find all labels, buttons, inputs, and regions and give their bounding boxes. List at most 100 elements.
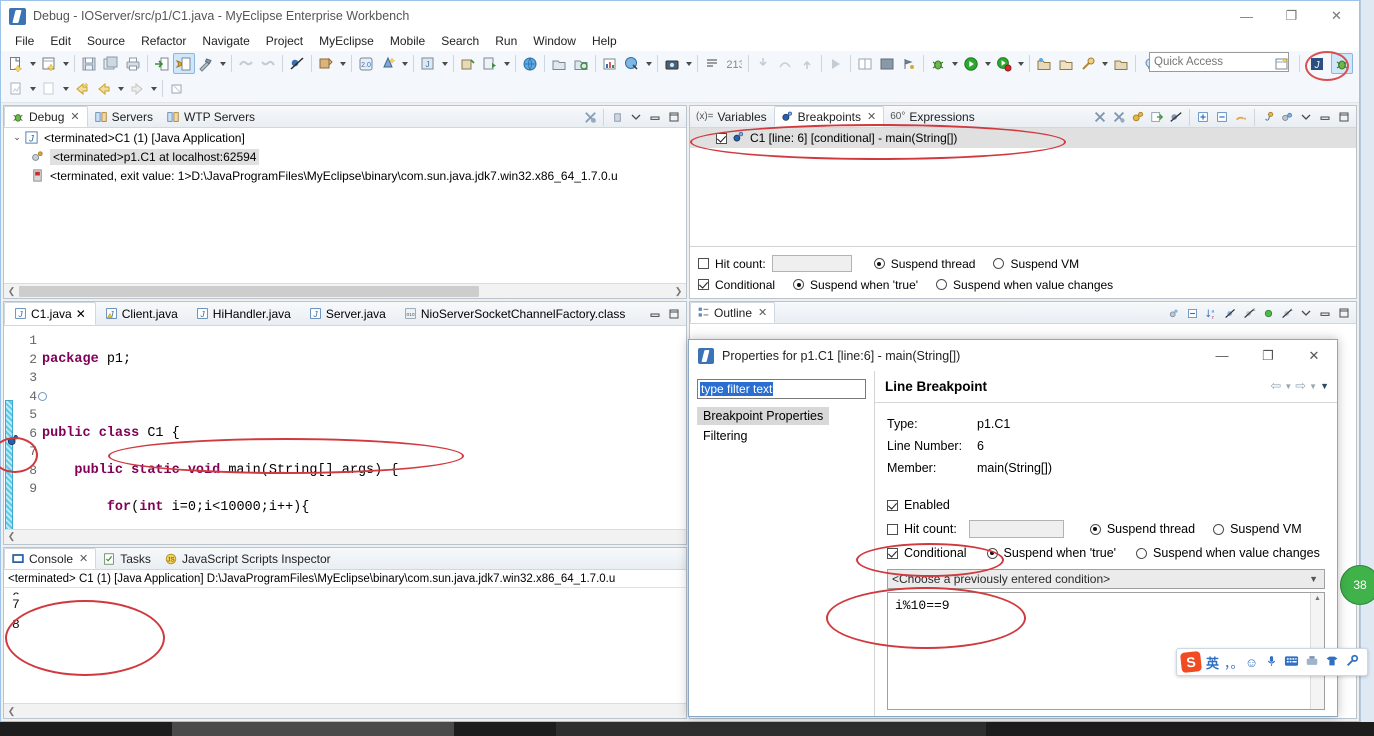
tab-console[interactable]: Console ✕ — [4, 548, 97, 569]
new-annotation-dropdown-icon[interactable] — [27, 78, 38, 99]
taskbar-item[interactable] — [556, 722, 986, 736]
breakpoint-list-item[interactable]: C1 [line: 6] [conditional] - main(String… — [690, 128, 1356, 148]
open-folder-icon[interactable] — [548, 53, 570, 74]
menu-mobile[interactable]: Mobile — [382, 33, 433, 49]
web-browser-view-icon[interactable] — [621, 53, 643, 74]
pin-editor-icon[interactable] — [898, 53, 920, 74]
sort-alphabetically-icon[interactable]: az — [1202, 304, 1220, 322]
tab-outline-close-icon[interactable]: ✕ — [758, 306, 767, 319]
menu-source[interactable]: Source — [79, 33, 133, 49]
console-output[interactable]: 6 7 8 — [4, 588, 686, 635]
hit-count-input[interactable] — [771, 255, 852, 272]
search-wrench-icon[interactable] — [1077, 53, 1099, 74]
ime-skin-icon[interactable] — [1324, 654, 1339, 671]
remove-breakpoint-icon[interactable] — [1091, 108, 1109, 126]
menu-refactor[interactable]: Refactor — [133, 33, 194, 49]
hscroll-thumb[interactable] — [19, 285, 479, 297]
save-all-icon[interactable] — [100, 53, 122, 74]
notification-count-badge[interactable]: 38 — [1340, 565, 1374, 605]
show-public-members-icon[interactable] — [1259, 304, 1277, 322]
maximize-button[interactable]: ❐ — [1269, 1, 1314, 31]
open-perspective-icon[interactable] — [1271, 53, 1293, 74]
forward-dropdown-icon[interactable] — [148, 78, 159, 99]
view-menu-chevron-icon[interactable] — [627, 108, 645, 126]
build-dropdown-icon[interactable] — [217, 53, 228, 74]
editor-hscrollbar[interactable]: ❮ — [4, 529, 686, 544]
toggle-comment-icon[interactable] — [701, 53, 723, 74]
condition-history-combo[interactable]: <Choose a previously entered condition> … — [887, 569, 1325, 589]
quick-access-input[interactable] — [1149, 52, 1289, 72]
show-breakpoints-supported-icon[interactable] — [1129, 108, 1147, 126]
back-arrow-icon[interactable]: ⇦ — [1270, 378, 1281, 394]
scroll-left-icon[interactable]: ❮ — [4, 286, 19, 297]
debug-tree-hscrollbar[interactable]: ❮ ❯ — [4, 283, 686, 298]
editor-tab-close-icon[interactable]: ✕ — [76, 307, 86, 321]
skip-breakpoints-icon[interactable] — [286, 53, 308, 74]
remove-all-terminated-icon[interactable] — [581, 108, 599, 126]
skip-all-breakpoints-icon[interactable] — [1167, 108, 1185, 126]
suspend-thread-radio[interactable] — [873, 258, 885, 269]
breakpoints-working-sets-icon[interactable] — [1278, 108, 1296, 126]
build-hammer-icon[interactable] — [195, 53, 217, 74]
ime-settings-icon[interactable] — [1344, 654, 1359, 671]
new-wizard-icon[interactable] — [5, 53, 27, 74]
minimize-view-icon[interactable] — [1316, 304, 1334, 322]
taskbar-item[interactable] — [172, 722, 454, 736]
maximize-view-icon[interactable] — [1335, 108, 1353, 126]
remove-all-breakpoints-icon[interactable] — [1110, 108, 1128, 126]
editor-minimize-icon[interactable] — [646, 305, 664, 323]
tab-breakpoints[interactable]: Breakpoints ✕ — [773, 106, 885, 127]
search-dropdown-icon[interactable] — [1099, 53, 1110, 74]
suspend-vm-radio[interactable] — [993, 258, 1005, 269]
minimize-button[interactable]: — — [1224, 1, 1269, 31]
breakpoint-marker-icon[interactable] — [6, 434, 19, 451]
back-dropdown-icon[interactable]: ▼ — [1284, 382, 1292, 391]
conditional-checkbox[interactable] — [698, 279, 709, 290]
outline-view-menu-icon[interactable] — [1297, 304, 1315, 322]
suspend-value-changes-radio[interactable] — [1136, 547, 1148, 559]
minimize-view-icon[interactable] — [646, 108, 664, 126]
hit-count-checkbox[interactable] — [698, 258, 709, 269]
conditional-checkbox[interactable] — [887, 547, 898, 559]
nav-item-breakpoint-properties[interactable]: Breakpoint Properties — [697, 407, 830, 425]
suspend-value-changes-radio[interactable] — [936, 279, 948, 290]
forward-arrow-icon[interactable] — [126, 78, 148, 99]
step-over-icon[interactable] — [774, 53, 796, 74]
expand-all-icon[interactable] — [1194, 108, 1212, 126]
scroll-left-icon[interactable]: ❮ — [4, 532, 19, 542]
debug-tree[interactable]: ⌄ J <terminated>C1 (1) [Java Application… — [4, 128, 686, 298]
new-snippet-dropdown-icon[interactable] — [60, 53, 71, 74]
debug-bug-icon[interactable] — [927, 53, 949, 74]
refresh-folder-icon[interactable] — [570, 53, 592, 74]
tab-tasks[interactable]: Tasks — [96, 548, 158, 569]
ime-mode-icon[interactable]: 英 — [1206, 653, 1219, 672]
wizard-dropdown-icon[interactable] — [399, 53, 410, 74]
menu-edit[interactable]: Edit — [42, 33, 79, 49]
new-package-icon[interactable] — [457, 53, 479, 74]
resume-disabled-icon[interactable] — [825, 53, 847, 74]
editor-tab-c1java[interactable]: J C1.java ✕ — [4, 302, 96, 325]
new-interface-icon[interactable] — [38, 78, 60, 99]
debug-dropdown-icon[interactable] — [949, 53, 960, 74]
dialog-minimize-button[interactable]: — — [1199, 340, 1245, 371]
enabled-checkbox[interactable] — [887, 499, 898, 511]
tab-servers[interactable]: Servers — [88, 106, 160, 127]
save-icon[interactable] — [78, 53, 100, 74]
web-browser-dropdown-icon[interactable] — [643, 53, 654, 74]
go-to-file-icon[interactable] — [1148, 108, 1166, 126]
tab-wtp-servers[interactable]: WTP Servers — [160, 106, 262, 127]
tab-js-scripts-inspector[interactable]: JS JavaScript Scripts Inspector — [158, 548, 338, 569]
console-hscrollbar[interactable]: ❮ — [4, 703, 686, 718]
ime-punctuation-icon[interactable]: ，。 — [1224, 653, 1244, 672]
run-server-icon[interactable] — [479, 53, 501, 74]
tab-debug[interactable]: Debug ✕ — [4, 106, 88, 127]
hide-fields-icon[interactable]: S — [1240, 304, 1258, 322]
debug-tree-row-launch[interactable]: ⌄ J <terminated>C1 (1) [Java Application… — [4, 128, 686, 147]
database-explorer-icon[interactable]: 2.0 — [355, 53, 377, 74]
new-interface-dropdown-icon[interactable] — [60, 78, 71, 99]
run-icon[interactable] — [960, 53, 982, 74]
code-editor[interactable]: 1 2 3 4 5 6 7 8 9 package p1; public cla… — [4, 326, 686, 544]
hit-count-input[interactable] — [968, 520, 1064, 538]
menu-search[interactable]: Search — [433, 33, 487, 49]
hit-count-checkbox[interactable] — [887, 523, 898, 535]
